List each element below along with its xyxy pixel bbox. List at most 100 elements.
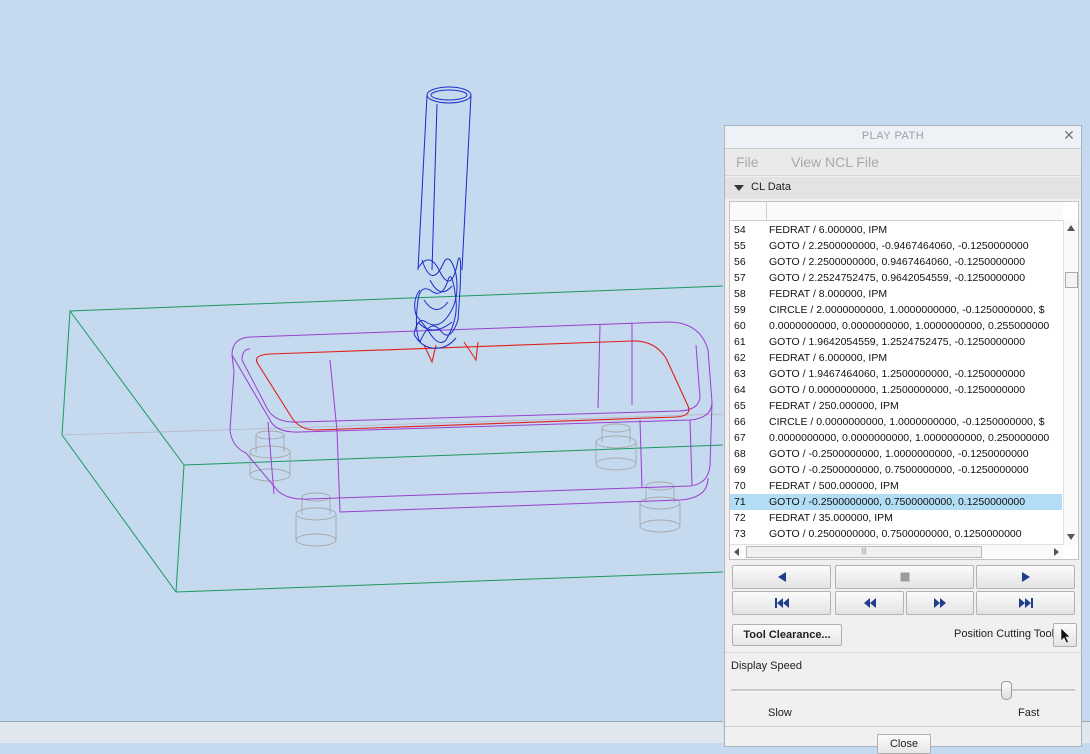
vertical-scroll-thumb[interactable] bbox=[1065, 272, 1078, 288]
list-row[interactable]: 61 GOTO / 1.9642054559, 1.2524752475, -0.… bbox=[730, 334, 1062, 350]
go-to-end-icon bbox=[1018, 598, 1033, 608]
collapse-triangle-icon[interactable] bbox=[734, 185, 744, 191]
menu-view[interactable]: View bbox=[791, 154, 821, 170]
list-row[interactable]: 69 GOTO / -0.2500000000, 0.7500000000, -0… bbox=[730, 462, 1062, 478]
row-cl-statement: 0.0000000000, 0.0000000000, 1.0000000000… bbox=[769, 432, 1050, 444]
list-row[interactable]: 54 FEDRAT / 6.000000, IPM bbox=[730, 222, 1062, 238]
cutting-tool bbox=[413, 86, 472, 349]
row-cl-statement: FEDRAT / 250.000000, IPM bbox=[769, 400, 899, 412]
row-number: 68 bbox=[734, 448, 746, 460]
row-number: 72 bbox=[734, 512, 746, 524]
cl-data-rows: 54 FEDRAT / 6.000000, IPM 55 GOTO / 2.25000… bbox=[730, 222, 1062, 544]
scroll-down-icon[interactable] bbox=[1067, 534, 1075, 540]
list-row[interactable]: 57 GOTO / 2.2524752475, 0.9642054559, -0.… bbox=[730, 270, 1062, 286]
row-number: 73 bbox=[734, 528, 746, 540]
row-number: 59 bbox=[734, 304, 746, 316]
row-number: 57 bbox=[734, 272, 746, 284]
row-number: 60 bbox=[734, 320, 746, 332]
list-row[interactable]: 72 FEDRAT / 35.000000, IPM bbox=[730, 510, 1062, 526]
row-cl-statement: CIRCLE / 2.0000000000, 1.0000000000, -0.… bbox=[769, 304, 1045, 316]
speed-slider-thumb[interactable] bbox=[1001, 681, 1013, 700]
list-row[interactable]: 59 CIRCLE / 2.0000000000, 1.0000000000, -… bbox=[730, 302, 1062, 318]
display-speed-label: Display Speed bbox=[731, 660, 802, 672]
list-row[interactable]: 56 GOTO / 2.2500000000, 0.9467464060, -0.… bbox=[730, 254, 1062, 270]
menu-bar: File View NCL File bbox=[725, 149, 1081, 176]
speed-slider-track[interactable] bbox=[731, 689, 1075, 692]
close-icon[interactable]: ✕ bbox=[1061, 127, 1077, 145]
go-to-start-button[interactable] bbox=[732, 591, 831, 615]
cl-data-section-header[interactable]: CL Data bbox=[725, 177, 1081, 199]
list-row[interactable]: 66 CIRCLE / 0.0000000000, 1.0000000000, -… bbox=[730, 414, 1062, 430]
go-to-end-button[interactable] bbox=[976, 591, 1075, 615]
row-number: 66 bbox=[734, 416, 746, 428]
row-cl-statement: GOTO / -0.2500000000, 1.0000000000, -0.1… bbox=[769, 448, 1029, 460]
row-cl-statement: FEDRAT / 8.000000, IPM bbox=[769, 288, 888, 300]
close-button[interactable]: Close bbox=[877, 734, 931, 754]
play-icon bbox=[1021, 572, 1030, 582]
cursor-arrow-icon bbox=[1060, 627, 1071, 644]
list-row[interactable]: 71 GOTO / -0.2500000000, 0.7500000000, 0.… bbox=[730, 494, 1062, 510]
scroll-left-icon[interactable] bbox=[734, 548, 739, 556]
row-number: 69 bbox=[734, 464, 746, 476]
row-number: 56 bbox=[734, 256, 746, 268]
cl-data-label: CL Data bbox=[751, 181, 791, 193]
divider bbox=[725, 652, 1081, 653]
row-number: 67 bbox=[734, 432, 746, 444]
tool-clearance-button[interactable]: Tool Clearance... bbox=[732, 624, 842, 646]
fast-forward-button[interactable] bbox=[906, 591, 974, 615]
vertical-scrollbar[interactable] bbox=[1063, 220, 1078, 545]
play-path-panel: PLAY PATH ✕ File View NCL File CL Data 5… bbox=[724, 125, 1082, 754]
fixture-pins bbox=[249, 423, 681, 547]
list-row[interactable]: 60 0.0000000000, 0.0000000000, 1.00000000… bbox=[730, 318, 1062, 334]
list-row[interactable]: 70 FEDRAT / 500.000000, IPM bbox=[730, 478, 1062, 494]
stop-button[interactable] bbox=[835, 565, 974, 589]
list-row[interactable]: 65 FEDRAT / 250.000000, IPM bbox=[730, 398, 1062, 414]
row-number: 64 bbox=[734, 384, 746, 396]
list-row[interactable]: 73 GOTO / 0.2500000000, 0.7500000000, 0.1… bbox=[730, 526, 1062, 542]
list-row[interactable]: 62 FEDRAT / 6.000000, IPM bbox=[730, 350, 1062, 366]
row-cl-statement: CIRCLE / 0.0000000000, 1.0000000000, -0.… bbox=[769, 416, 1045, 428]
list-row[interactable]: 58 FEDRAT / 8.000000, IPM bbox=[730, 286, 1062, 302]
row-number: 63 bbox=[734, 368, 746, 380]
row-number: 55 bbox=[734, 240, 746, 252]
list-row[interactable]: 68 GOTO / -0.2500000000, 1.0000000000, -0… bbox=[730, 446, 1062, 462]
step-back-button[interactable] bbox=[732, 565, 831, 589]
row-number: 61 bbox=[734, 336, 746, 348]
scroll-up-icon[interactable] bbox=[1067, 225, 1075, 231]
cl-data-list[interactable]: 54 FEDRAT / 6.000000, IPM 55 GOTO / 2.25000… bbox=[729, 201, 1079, 560]
row-number: 65 bbox=[734, 400, 746, 412]
position-cutting-tool-button[interactable] bbox=[1053, 623, 1077, 647]
panel-titlebar[interactable]: PLAY PATH ✕ bbox=[725, 126, 1081, 149]
scroll-right-icon[interactable] bbox=[1054, 548, 1059, 556]
list-row[interactable]: 67 0.0000000000, 0.0000000000, 1.00000000… bbox=[730, 430, 1062, 446]
menu-ncl-file[interactable]: NCL File bbox=[825, 154, 879, 170]
row-cl-statement: GOTO / 0.0000000000, 1.2500000000, -0.12… bbox=[769, 384, 1026, 396]
list-header bbox=[730, 202, 1063, 221]
list-row[interactable]: 55 GOTO / 2.2500000000, -0.9467464060, -0… bbox=[730, 238, 1062, 254]
row-cl-statement: GOTO / 2.2524752475, 0.9642054559, -0.12… bbox=[769, 272, 1026, 284]
row-cl-statement: GOTO / 0.2500000000, 0.7500000000, 0.125… bbox=[769, 528, 1022, 540]
divider bbox=[725, 726, 1081, 727]
fast-forward-icon bbox=[934, 598, 946, 608]
horizontal-scrollbar[interactable]: ||| bbox=[730, 544, 1063, 559]
row-cl-statement: GOTO / -0.2500000000, 0.7500000000, 0.12… bbox=[769, 496, 1026, 508]
row-number: 62 bbox=[734, 352, 746, 364]
row-cl-statement: FEDRAT / 6.000000, IPM bbox=[769, 224, 888, 236]
rewind-button[interactable] bbox=[835, 591, 904, 615]
slow-label: Slow bbox=[768, 707, 792, 719]
list-row[interactable]: 63 GOTO / 1.9467464060, 1.2500000000, -0.… bbox=[730, 366, 1062, 382]
go-to-start-icon bbox=[774, 598, 789, 608]
list-row[interactable]: 64 GOTO / 0.0000000000, 1.2500000000, -0.… bbox=[730, 382, 1062, 398]
horizontal-scroll-thumb[interactable]: ||| bbox=[746, 546, 982, 558]
row-number: 58 bbox=[734, 288, 746, 300]
stop-icon bbox=[900, 572, 909, 582]
row-number: 70 bbox=[734, 480, 746, 492]
fast-label: Fast bbox=[1018, 707, 1040, 719]
play-button[interactable] bbox=[976, 565, 1075, 589]
menu-file[interactable]: File bbox=[736, 154, 759, 170]
step-back-icon bbox=[777, 572, 786, 582]
row-cl-statement: FEDRAT / 35.000000, IPM bbox=[769, 512, 893, 524]
row-cl-statement: FEDRAT / 6.000000, IPM bbox=[769, 352, 888, 364]
panel-title: PLAY PATH bbox=[861, 130, 925, 142]
row-cl-statement: GOTO / 2.2500000000, 0.9467464060, -0.12… bbox=[769, 256, 1026, 268]
